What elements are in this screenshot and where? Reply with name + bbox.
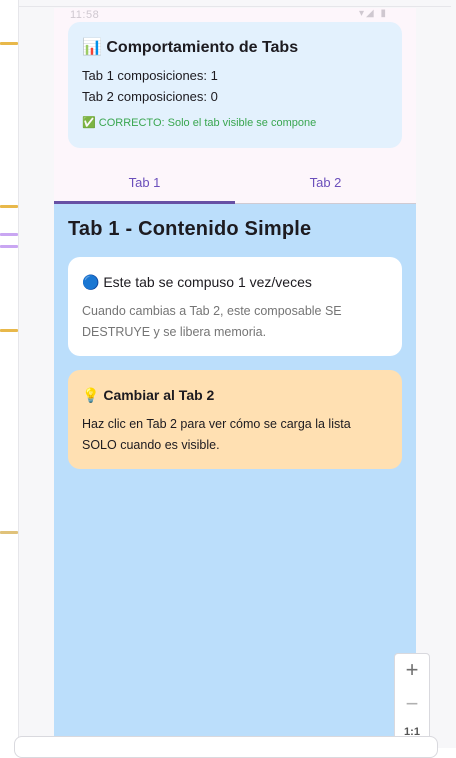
tab-1[interactable]: Tab 1 xyxy=(54,164,235,202)
status-time: 11:58 xyxy=(70,9,100,21)
info-card: 📊 Comportamiento de Tabs Tab 1 composici… xyxy=(68,22,402,148)
hint-card-title-text: Cambiar al Tab 2 xyxy=(103,387,215,403)
info-card-title: 📊 Comportamiento de Tabs xyxy=(82,37,298,57)
hint-card: 💡 Cambiar al Tab 2 Haz clic en Tab 2 par… xyxy=(68,370,402,469)
device-preview: 11:58 ▾◢ ▮ 📊 Comportamiento de Tabs Tab … xyxy=(54,8,416,748)
hint-card-title: 💡 Cambiar al Tab 2 xyxy=(82,387,214,404)
ruler-marker xyxy=(0,531,18,534)
content-title: Tab 1 - Contenido Simple xyxy=(68,218,312,240)
check-icon: ✅ xyxy=(82,116,96,129)
status-message-text: CORRECTO: Solo el tab visible se compone xyxy=(98,117,317,129)
status-bar: 11:58 ▾◢ ▮ xyxy=(54,8,416,22)
info-card-title-text: Comportamiento de Tabs xyxy=(106,39,299,56)
ruler-marker xyxy=(0,233,18,236)
composition-card-title: 🔵 Este tab se compuso 1 vez/veces xyxy=(82,274,312,291)
blue-circle-icon: 🔵 xyxy=(82,275,100,291)
hint-card-body: Haz clic en Tab 2 para ver cómo se carga… xyxy=(82,417,351,452)
composition-card-body: Cuando cambias a Tab 2, este composable … xyxy=(82,304,342,339)
tab-content: Tab 1 - Contenido Simple 🔵 Este tab se c… xyxy=(54,204,416,748)
signal-battery-icon: ▾◢ ▮ xyxy=(359,8,388,19)
tab1-count: Tab 1 composiciones: 1 xyxy=(82,68,218,83)
tab-row: Tab 1 Tab 2 xyxy=(54,164,416,204)
zoom-in-button[interactable]: + xyxy=(395,654,429,686)
canvas-divider xyxy=(19,6,451,7)
ruler-marker xyxy=(0,245,18,248)
ruler-marker xyxy=(0,205,18,208)
ruler-marker xyxy=(0,329,18,332)
lightbulb-icon: 💡 xyxy=(82,388,100,404)
status-message: ✅ CORRECTO: Solo el tab visible se compo… xyxy=(82,116,316,129)
bar-chart-icon: 📊 xyxy=(82,37,102,56)
composition-card-title-text: Este tab se compuso 1 vez/veces xyxy=(103,274,312,290)
composition-card: 🔵 Este tab se compuso 1 vez/veces Cuando… xyxy=(68,257,402,356)
ruler-marker xyxy=(0,42,18,45)
left-ruler xyxy=(0,0,18,748)
zoom-out-button[interactable]: − xyxy=(395,688,429,720)
tab-2[interactable]: Tab 2 xyxy=(235,164,416,202)
bottom-panel xyxy=(14,736,438,758)
tab2-count: Tab 2 composiciones: 0 xyxy=(82,89,218,104)
